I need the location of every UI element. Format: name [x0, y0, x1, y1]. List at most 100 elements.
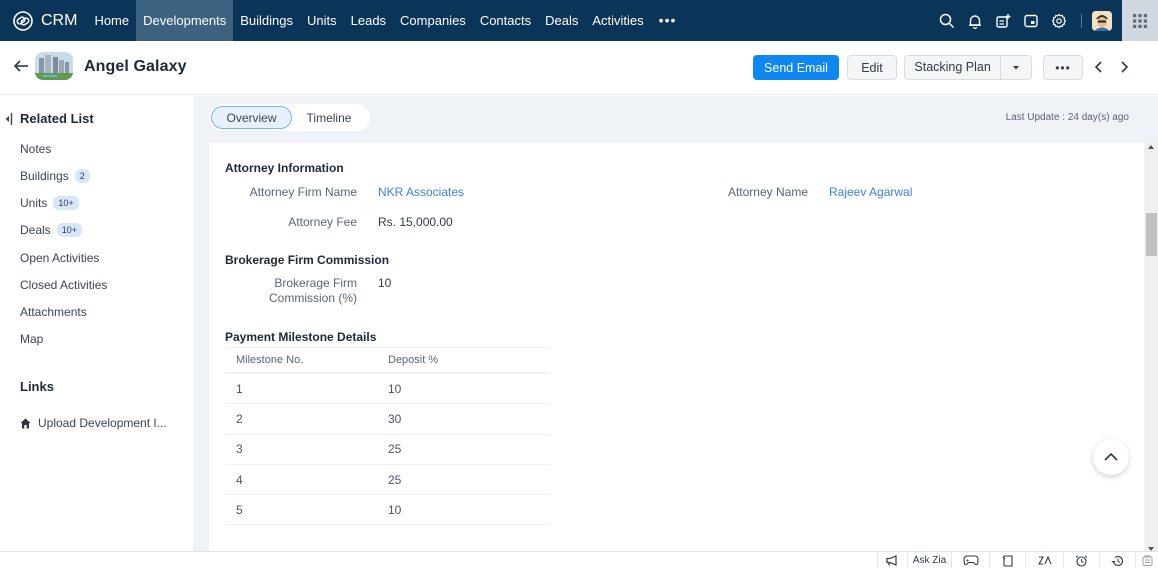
bell-icon[interactable]	[961, 0, 989, 41]
overview-content: Attorney Information Attorney Firm Name …	[209, 143, 1144, 551]
sidebar-item-label: Closed Activities	[20, 278, 108, 292]
milestone-table: Milestone No. Deposit % 1 10 2 30 3 25 4…	[225, 347, 550, 526]
field-label-attorney-fee: Attorney Fee	[288, 215, 357, 229]
previous-record-icon[interactable]	[1093, 60, 1103, 77]
sidebar-item-buildings[interactable]: Buildings 2	[20, 169, 90, 183]
back-arrow-icon[interactable]	[13, 59, 29, 76]
brand-name: CRM	[41, 11, 78, 29]
sidebar-item-attachments[interactable]: Attachments	[20, 305, 87, 319]
field-label-attorney-firm-name: Attorney Firm Name	[249, 185, 357, 199]
field-value-attorney-firm-name[interactable]: NKR Associates	[378, 185, 464, 199]
table-row: 3 25	[225, 435, 550, 465]
section-title-attorney: Attorney Information	[225, 161, 344, 175]
gamepad-icon[interactable]	[951, 552, 989, 568]
count-badge: 10+	[56, 223, 82, 237]
stacking-plan-button-group: Stacking Plan	[904, 55, 1032, 80]
field-label-attorney-name: Attorney Name	[727, 185, 808, 199]
record-image	[35, 52, 73, 80]
column-header-milestone-no: Milestone No.	[236, 354, 304, 366]
sidebar-item-label: Attachments	[20, 305, 87, 319]
history-icon[interactable]	[1099, 552, 1135, 568]
sidebar-item-open-activities[interactable]: Open Activities	[20, 251, 99, 265]
stacking-plan-dropdown[interactable]	[1001, 56, 1031, 79]
page-scrollbar[interactable]	[1145, 140, 1158, 551]
sidebar-item-label: Map	[20, 332, 44, 346]
section-title-milestones: Payment Milestone Details	[225, 330, 377, 344]
field-value-attorney-name[interactable]: Rajeev Agarwal	[829, 185, 912, 199]
add-note-icon[interactable]	[989, 0, 1017, 41]
field-label-brokerage-commission: Brokerage Firm Commission (%)	[225, 276, 357, 306]
collapse-sidebar-icon[interactable]	[5, 113, 13, 128]
nav-tab-companies[interactable]: Companies	[393, 0, 473, 41]
nav-tab-developments[interactable]: Developments	[136, 0, 234, 41]
alarm-clock-icon[interactable]	[1063, 552, 1099, 568]
nav-more-button[interactable]: •••	[651, 0, 685, 41]
record-title: Angel Galaxy	[84, 58, 187, 75]
sidebar-item-units[interactable]: Units 10+	[20, 196, 79, 210]
cell-deposit: 30	[388, 411, 402, 426]
label-line: Commission (%)	[268, 291, 357, 305]
scroll-up-arrow-icon[interactable]	[1148, 145, 1154, 149]
app-grid-icon[interactable]	[1122, 0, 1158, 41]
tab-overview[interactable]: Overview	[211, 106, 292, 129]
chevron-up-icon	[1104, 452, 1118, 461]
field-value-attorney-fee: Rs. 15,000.00	[378, 215, 453, 229]
sidebar-item-closed-activities[interactable]: Closed Activities	[20, 278, 107, 292]
tab-timeline[interactable]: Timeline	[292, 106, 366, 129]
caret-down-icon	[1013, 66, 1020, 70]
sidebar-item-label: Buildings	[20, 169, 69, 183]
table-header: Milestone No. Deposit %	[225, 347, 550, 374]
related-list-title: Related List	[20, 111, 94, 126]
sidebar-item-deals[interactable]: Deals 10+	[20, 223, 82, 237]
count-badge: 2	[74, 169, 90, 183]
edit-button[interactable]: Edit	[847, 55, 897, 80]
stacking-plan-button[interactable]: Stacking Plan	[905, 56, 1002, 79]
avatar[interactable]	[1092, 10, 1112, 31]
search-icon[interactable]	[933, 0, 961, 41]
cell-milestone-no: 5	[236, 502, 243, 517]
link-upload-development[interactable]: Upload Development I...	[20, 416, 167, 430]
record-header: Angel Galaxy Send Email Edit Stacking Pl…	[0, 41, 1158, 95]
cell-deposit: 10	[388, 502, 402, 517]
view-tabs: Overview Timeline	[209, 104, 370, 131]
scroll-to-top-button[interactable]	[1093, 439, 1129, 475]
zia-icon[interactable]	[1025, 552, 1063, 568]
next-record-icon[interactable]	[1120, 60, 1130, 77]
sidebar-item-label: Units	[20, 196, 48, 210]
scrollbar-thumb[interactable]	[1146, 213, 1157, 256]
table-row: 5 10	[225, 495, 550, 526]
nav-tab-activities[interactable]: Activities	[585, 0, 650, 41]
home-icon	[20, 418, 31, 428]
sidebar-item-notes[interactable]: Notes	[20, 142, 51, 156]
bottom-toolbar: Ask Zia	[0, 551, 1158, 568]
files-icon[interactable]	[1135, 552, 1158, 568]
last-update-text: Last Update : 24 day(s) ago	[1005, 112, 1129, 123]
ask-zia-button[interactable]: Ask Zia	[907, 552, 951, 568]
section-title-brokerage: Brokerage Firm Commission	[225, 253, 390, 267]
nav-tab-units[interactable]: Units	[300, 0, 344, 41]
cell-deposit: 25	[388, 472, 402, 487]
table-row: 1 10	[225, 374, 550, 405]
calendar-icon[interactable]	[1017, 0, 1045, 41]
nav-tab-leads[interactable]: Leads	[344, 0, 393, 41]
send-email-button[interactable]: Send Email	[753, 55, 839, 80]
announcement-icon[interactable]	[877, 552, 907, 568]
top-navigation: CRM Home Developments Buildings Units Le…	[0, 0, 1158, 41]
gear-icon[interactable]	[1045, 0, 1073, 41]
cell-milestone-no: 4	[236, 472, 243, 487]
nav-utilities	[933, 0, 1158, 41]
cell-milestone-no: 2	[236, 411, 243, 426]
cell-deposit: 10	[388, 381, 402, 396]
crm-logo[interactable]: CRM	[0, 0, 87, 41]
notes-icon[interactable]	[989, 552, 1025, 568]
count-badge: 10+	[53, 196, 79, 210]
nav-tab-deals[interactable]: Deals	[538, 0, 585, 41]
crm-logo-icon	[13, 10, 33, 31]
sidebar-item-map[interactable]: Map	[20, 332, 43, 346]
nav-tab-home[interactable]: Home	[87, 0, 136, 41]
more-actions-button[interactable]: •••	[1043, 55, 1083, 80]
cell-milestone-no: 1	[236, 381, 243, 396]
nav-tab-buildings[interactable]: Buildings	[233, 0, 300, 41]
table-row: 4 25	[225, 465, 550, 496]
nav-tab-contacts[interactable]: Contacts	[473, 0, 538, 41]
